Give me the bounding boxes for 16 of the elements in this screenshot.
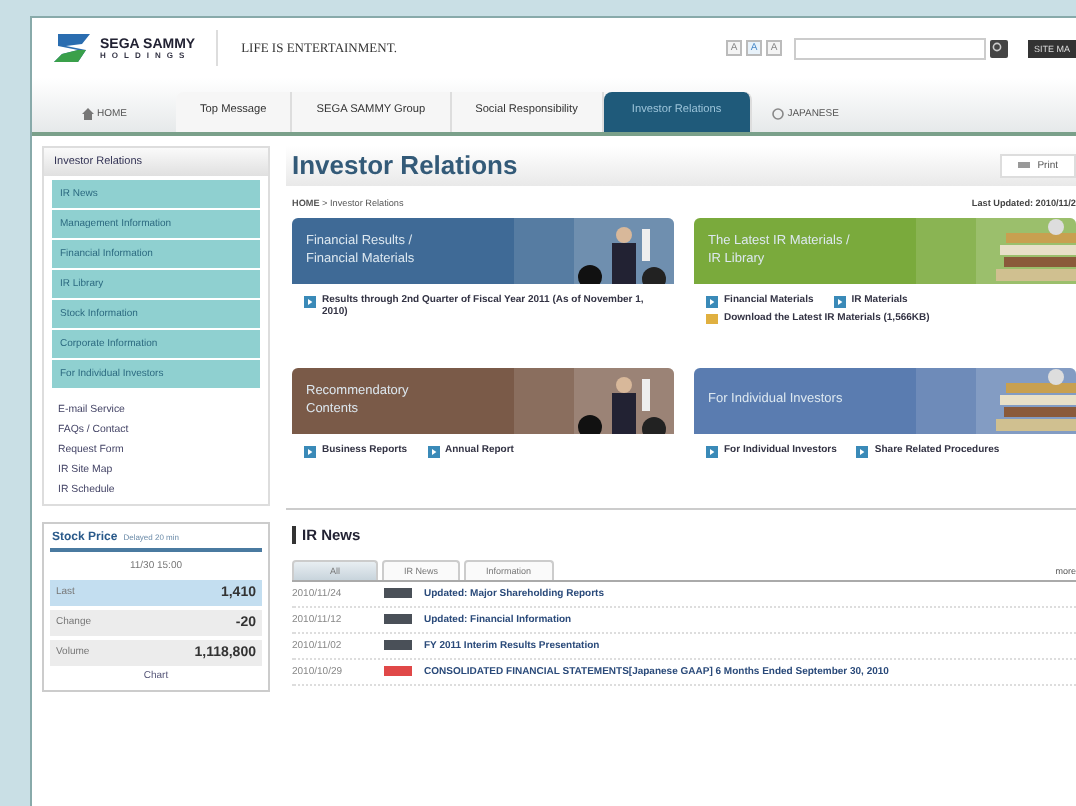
arrow-icon (856, 445, 869, 457)
search-field[interactable] (793, 37, 986, 59)
arrow-icon (706, 445, 718, 457)
home-icon (81, 108, 93, 120)
arrow-icon (427, 445, 440, 457)
globe-icon (771, 108, 784, 120)
page-title: Investor Relations (292, 150, 518, 180)
logo-icon (50, 30, 94, 66)
printer-icon (1017, 160, 1030, 170)
arrow-icon (833, 295, 846, 307)
folder-icon (706, 312, 718, 324)
search-icon (992, 42, 1005, 54)
arrow-icon (304, 295, 316, 307)
arrow-icon (706, 295, 718, 307)
search-button[interactable] (989, 39, 1008, 57)
arrow-icon (304, 445, 316, 457)
